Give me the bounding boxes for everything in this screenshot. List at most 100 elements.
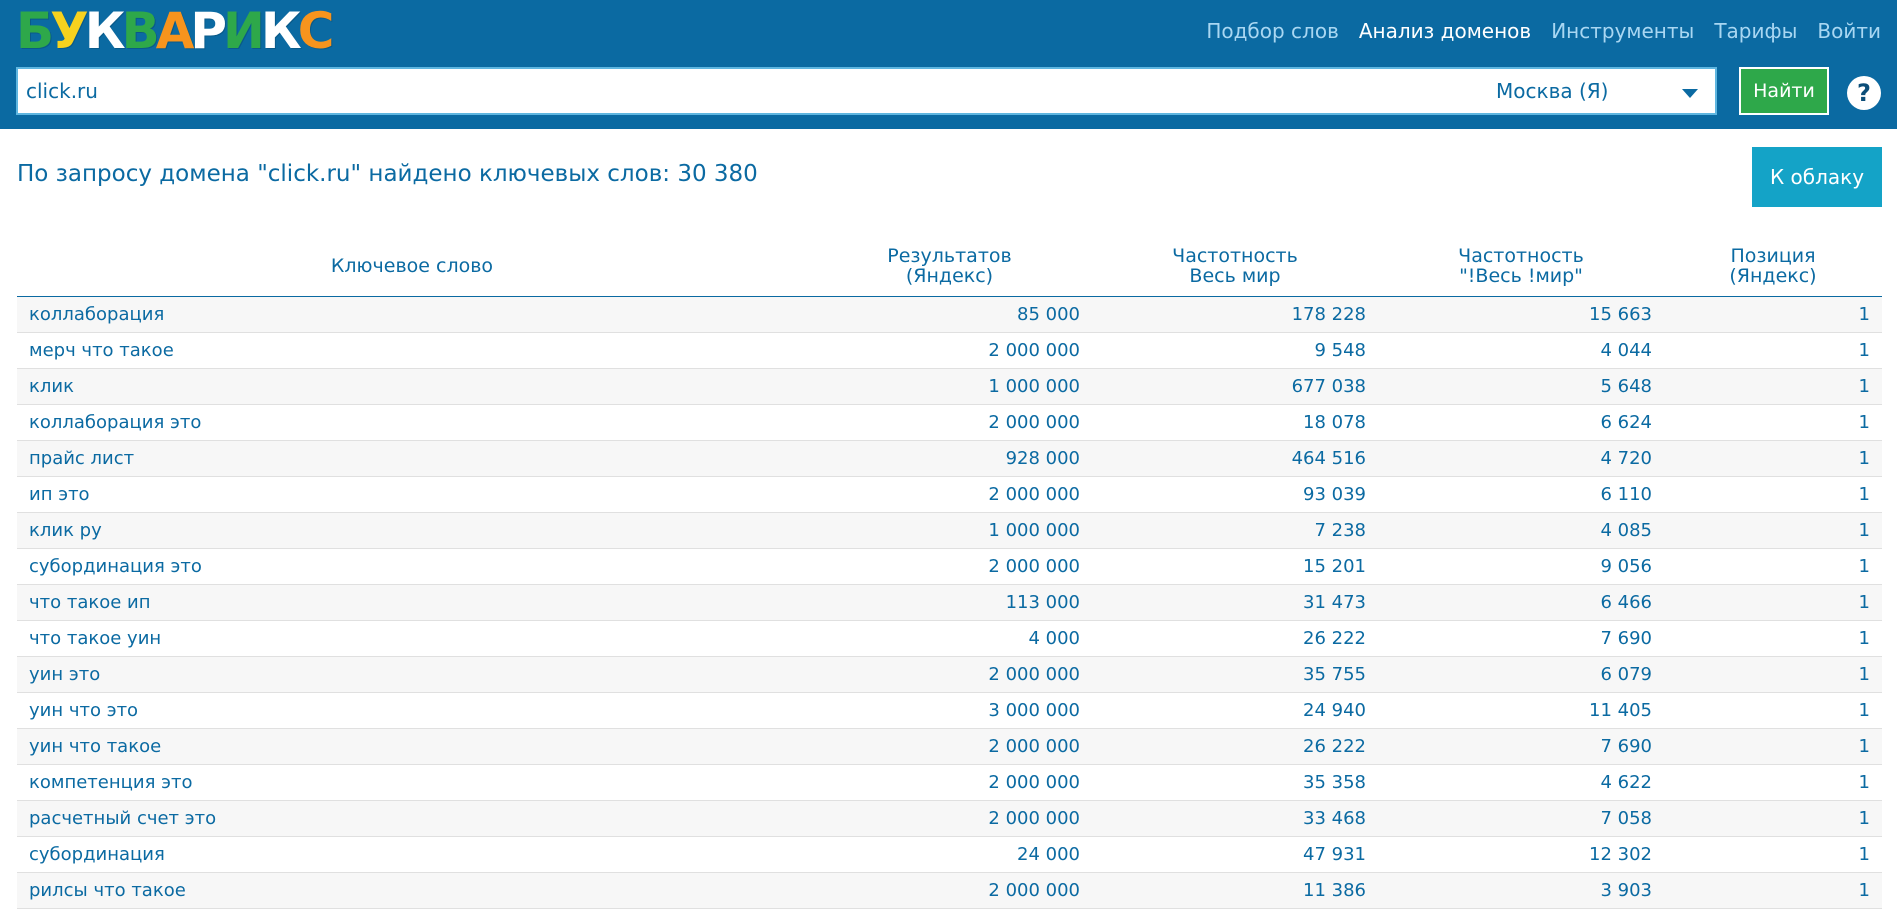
frequency-cell: 33 468: [1092, 800, 1378, 837]
keyword-cell[interactable]: мерч что такое: [17, 332, 807, 369]
results-cell: 2 000 000: [807, 872, 1092, 909]
column-header-results[interactable]: Результатов (Яндекс): [807, 236, 1092, 297]
keyword-cell[interactable]: клик: [17, 368, 807, 405]
logo-letter: В: [121, 2, 160, 60]
top-header: БУКВАРИКС Подбор слов Анализ доменов Инстр…: [0, 0, 1897, 129]
exact-frequency-cell: 4 085: [1378, 512, 1664, 549]
keyword-cell[interactable]: что такое ип: [17, 584, 807, 621]
keyword-cell[interactable]: что такое уин: [17, 620, 807, 657]
keyword-cell[interactable]: уин это: [17, 656, 807, 693]
column-header-position[interactable]: Позиция (Яндекс): [1664, 236, 1882, 297]
logo-letter: У: [50, 2, 89, 60]
frequency-cell: 677 038: [1092, 368, 1378, 405]
position-cell: 1: [1664, 728, 1882, 765]
position-cell: 1: [1664, 476, 1882, 513]
keyword-cell[interactable]: субординация: [17, 836, 807, 873]
position-cell: 1: [1664, 800, 1882, 837]
table-header-row: Ключевое слово Результатов (Яндекс) Часто…: [17, 236, 1882, 297]
keyword-cell[interactable]: ип это: [17, 476, 807, 513]
position-cell: 1: [1664, 692, 1882, 729]
results-cell: 2 000 000: [807, 728, 1092, 765]
logo[interactable]: БУКВАРИКС: [16, 2, 335, 60]
results-cell: 1 000 000: [807, 368, 1092, 405]
nav-item[interactable]: Инструменты: [1551, 18, 1694, 44]
keyword-cell[interactable]: субординация это: [17, 548, 807, 585]
exact-frequency-cell: 7 058: [1378, 800, 1664, 837]
frequency-cell: 11 386: [1092, 872, 1378, 909]
position-cell: 1: [1664, 512, 1882, 549]
keyword-cell[interactable]: коллаборация: [17, 296, 807, 333]
keyword-cell[interactable]: рилсы что такое: [17, 872, 807, 909]
frequency-cell: 24 940: [1092, 692, 1378, 729]
position-cell: 1: [1664, 404, 1882, 441]
keyword-cell[interactable]: уин что такое: [17, 728, 807, 765]
results-cell: 3 000 000: [807, 692, 1092, 729]
results-cell: 2 000 000: [807, 800, 1092, 837]
results-cell: 2 000 000: [807, 656, 1092, 693]
to-cloud-button[interactable]: К облаку: [1752, 147, 1882, 207]
table-row: коллаборация 85 000 178 228 15 663 1: [17, 296, 1882, 333]
nav-item[interactable]: Войти: [1817, 18, 1881, 44]
position-cell: 1: [1664, 296, 1882, 333]
position-cell: 1: [1664, 872, 1882, 909]
table-row: клик ру 1 000 000 7 238 4 085 1: [17, 512, 1882, 549]
exact-frequency-cell: 3 903: [1378, 872, 1664, 909]
frequency-cell: 178 228: [1092, 296, 1378, 333]
table-row: субординация это 2 000 000 15 201 9 056 1: [17, 548, 1882, 585]
search-box: Москва (Я): [16, 67, 1717, 115]
position-cell: 1: [1664, 548, 1882, 585]
frequency-cell: 93 039: [1092, 476, 1378, 513]
keyword-cell[interactable]: расчетный счет это: [17, 800, 807, 837]
frequency-cell: 31 473: [1092, 584, 1378, 621]
table-row: уин что такое 2 000 000 26 222 7 690 1: [17, 728, 1882, 765]
column-header-keyword[interactable]: Ключевое слово: [17, 236, 807, 297]
position-cell: 1: [1664, 368, 1882, 405]
find-button[interactable]: Найти: [1739, 67, 1829, 115]
exact-frequency-cell: 9 056: [1378, 548, 1664, 585]
frequency-cell: 7 238: [1092, 512, 1378, 549]
nav-item[interactable]: Тарифы: [1714, 18, 1797, 44]
frequency-cell: 35 358: [1092, 764, 1378, 801]
keyword-cell[interactable]: клик ру: [17, 512, 807, 549]
nav-item[interactable]: Анализ доменов: [1359, 18, 1531, 44]
results-cell: 113 000: [807, 584, 1092, 621]
exact-frequency-cell: 4 044: [1378, 332, 1664, 369]
table-row: уин что это 3 000 000 24 940 11 405 1: [17, 692, 1882, 729]
exact-frequency-cell: 6 466: [1378, 584, 1664, 621]
column-header-exact-frequency[interactable]: Частотность "!Весь !мир": [1378, 236, 1664, 297]
exact-frequency-cell: 12 302: [1378, 836, 1664, 873]
results-cell: 2 000 000: [807, 476, 1092, 513]
frequency-cell: 18 078: [1092, 404, 1378, 441]
result-title: По запросу домена "click.ru" найдено клю…: [17, 161, 758, 187]
keyword-cell[interactable]: коллаборация это: [17, 404, 807, 441]
keyword-cell[interactable]: прайс лист: [17, 440, 807, 477]
frequency-cell: 15 201: [1092, 548, 1378, 585]
table-row: расчетный счет это 2 000 000 33 468 7 058 1: [17, 800, 1882, 837]
logo-letter: К: [84, 2, 126, 60]
results-cell: 2 000 000: [807, 764, 1092, 801]
logo-letter: Б: [16, 2, 54, 60]
table-row: мерч что такое 2 000 000 9 548 4 044 1: [17, 332, 1882, 369]
frequency-cell: 35 755: [1092, 656, 1378, 693]
region-select[interactable]: Москва (Я): [1496, 69, 1706, 113]
table-row: ип это 2 000 000 93 039 6 110 1: [17, 476, 1882, 513]
table-row: уин это 2 000 000 35 755 6 079 1: [17, 656, 1882, 693]
help-icon[interactable]: ?: [1847, 76, 1881, 110]
domain-search-input[interactable]: [26, 69, 1476, 113]
column-header-frequency[interactable]: Частотность Весь мир: [1092, 236, 1378, 297]
results-cell: 2 000 000: [807, 332, 1092, 369]
exact-frequency-cell: 6 110: [1378, 476, 1664, 513]
position-cell: 1: [1664, 440, 1882, 477]
table-row: что такое уин 4 000 26 222 7 690 1: [17, 620, 1882, 657]
frequency-cell: 26 222: [1092, 728, 1378, 765]
position-cell: 1: [1664, 764, 1882, 801]
table-row: клик 1 000 000 677 038 5 648 1: [17, 368, 1882, 405]
keyword-cell[interactable]: уин что это: [17, 692, 807, 729]
nav-item[interactable]: Подбор слов: [1206, 18, 1339, 44]
table-row: субординация 24 000 47 931 12 302 1: [17, 836, 1882, 873]
logo-letter: С: [297, 2, 335, 60]
exact-frequency-cell: 4 720: [1378, 440, 1664, 477]
keyword-cell[interactable]: компетенция это: [17, 764, 807, 801]
keywords-table: Ключевое слово Результатов (Яндекс) Часто…: [17, 236, 1882, 909]
table-row: рилсы что такое 2 000 000 11 386 3 903 1: [17, 872, 1882, 909]
